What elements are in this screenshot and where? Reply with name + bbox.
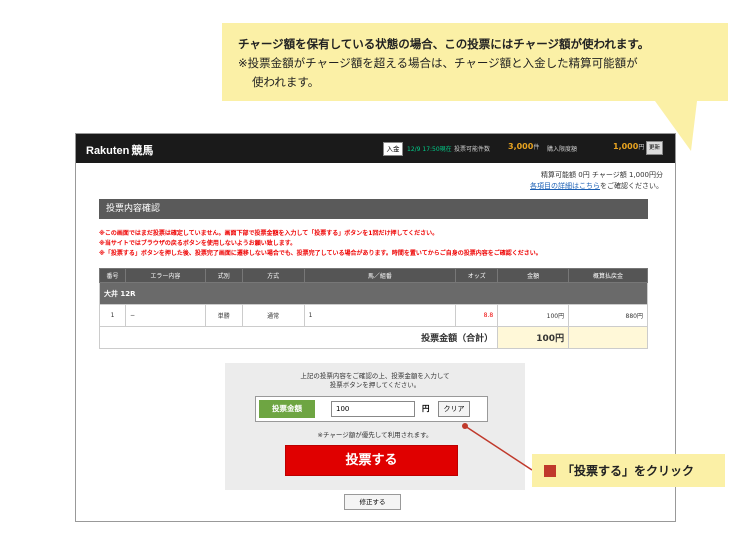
- click-instruction-callout: 「投票する」をクリック: [532, 454, 725, 487]
- pointer-connector: [464, 425, 533, 471]
- square-bullet-icon: [544, 465, 556, 477]
- click-instruction-text: 「投票する」をクリック: [562, 464, 695, 478]
